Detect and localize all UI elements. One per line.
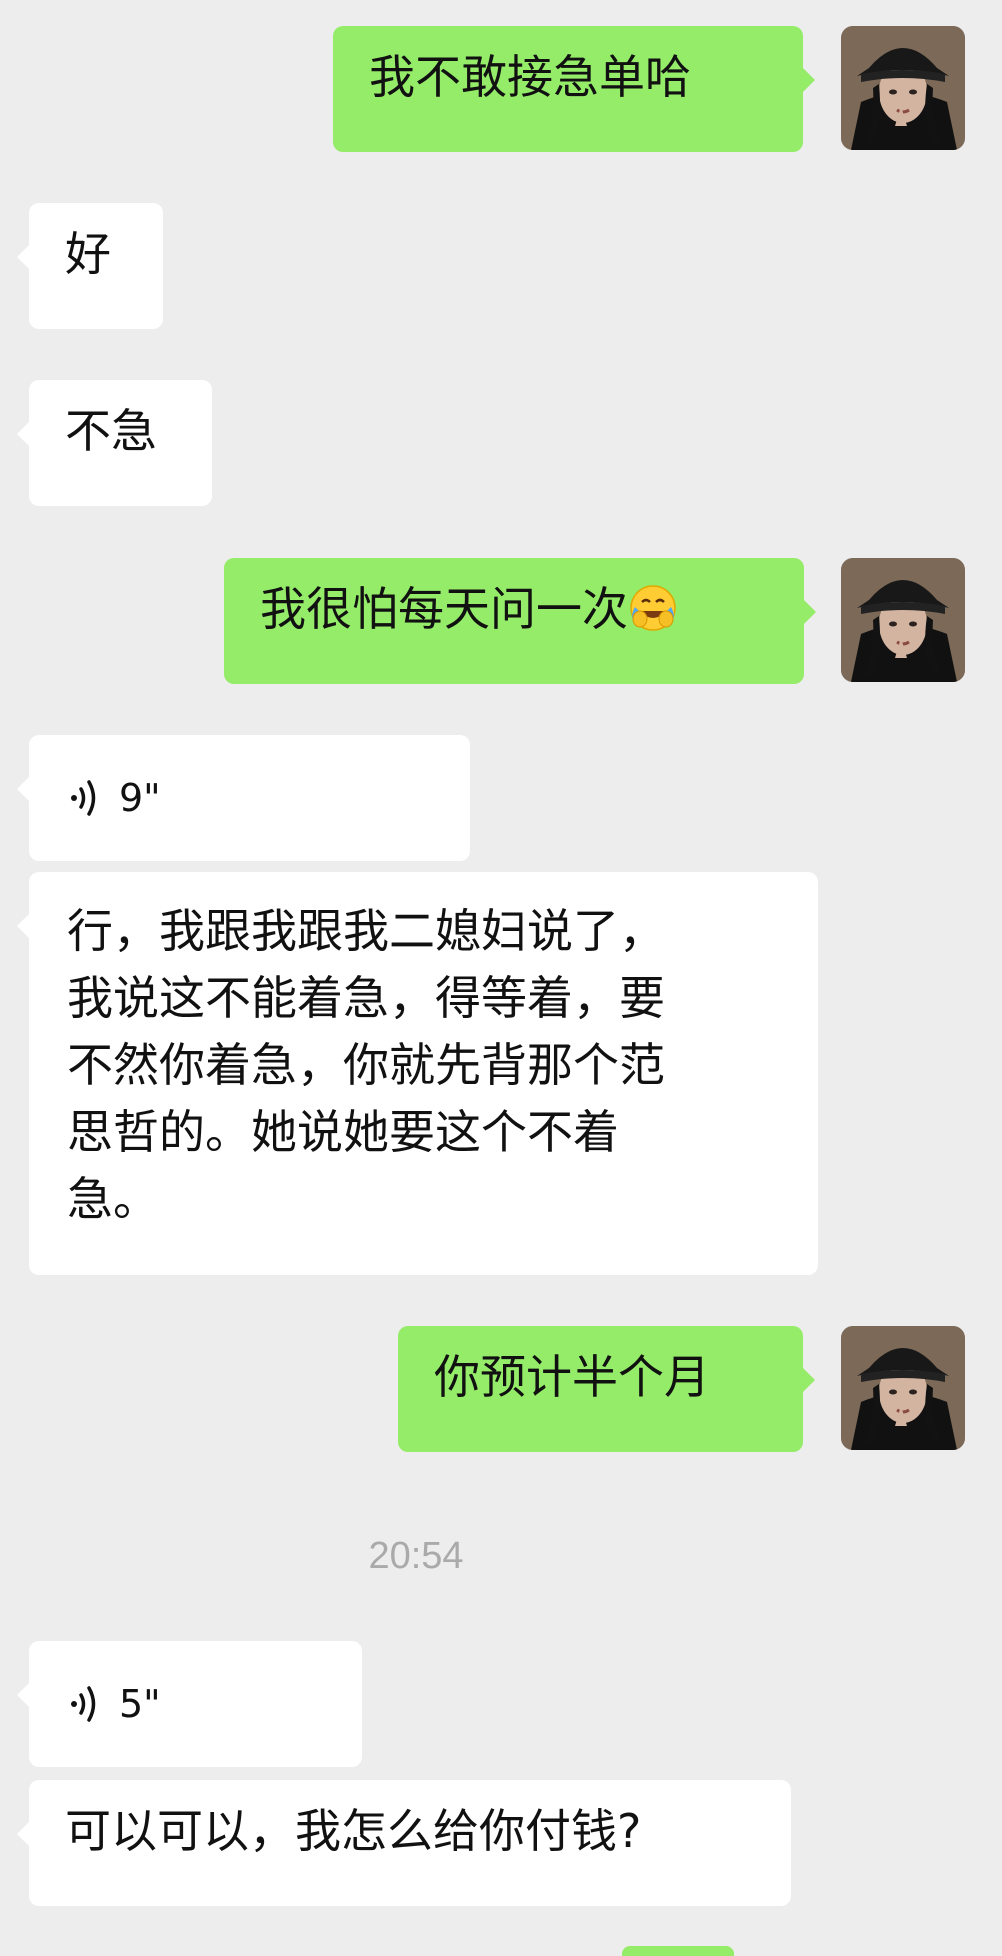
message-line: 思哲的。她说她要这个不着 xyxy=(67,1105,619,1159)
voice-duration: 5" xyxy=(119,1682,161,1726)
voice-wave-icon xyxy=(71,1686,96,1722)
message-text: 可以可以，我怎么给你付钱? xyxy=(65,1804,642,1858)
outgoing-message-bubble[interactable]: 你预计半个月 xyxy=(398,1326,815,1452)
message-text: 我很怕每天问一次 xyxy=(224,558,804,641)
message-line: 不然你着急，你就先背那个范 xyxy=(67,1038,665,1092)
outgoing-message-bubble[interactable]: 我不敢接急单哈 xyxy=(333,26,815,152)
user-avatar-image xyxy=(841,1326,965,1450)
message-text-content: 我很怕每天问一次 xyxy=(260,582,628,636)
message-text: 好 xyxy=(65,227,111,281)
avatar[interactable] xyxy=(841,26,965,150)
incoming-message-bubble[interactable]: 可以可以，我怎么给你付钱? xyxy=(17,1780,791,1906)
chat-history: 我不敢接急单哈 好 不急 我很怕每天问一次 9" 行，我跟我跟我二媳妇说了， 我… xyxy=(0,0,1002,1956)
voice-message-content: 9" xyxy=(29,735,470,861)
incoming-voice-message[interactable]: 5" xyxy=(17,1641,362,1767)
user-avatar-image xyxy=(841,26,965,150)
message-text: 行，我跟我跟我二媳妇说了， 我说这不能着急，得等着，要 不然你着急，你就先背那个… xyxy=(29,872,818,1233)
message-text: 你预计半个月 xyxy=(434,1350,710,1404)
partially-visible-outgoing-bubble xyxy=(622,1946,734,1956)
laughing-tears-emoji-icon xyxy=(628,583,678,633)
message-line: 急。 xyxy=(67,1172,159,1226)
incoming-voice-message[interactable]: 9" xyxy=(17,735,470,861)
incoming-message-bubble[interactable]: 行，我跟我跟我二媳妇说了， 我说这不能着急，得等着，要 不然你着急，你就先背那个… xyxy=(17,872,818,1275)
voice-duration: 9" xyxy=(119,776,161,820)
user-avatar-image xyxy=(841,558,965,682)
voice-wave-icon xyxy=(71,780,96,816)
incoming-message-bubble[interactable]: 不急 xyxy=(17,380,212,506)
avatar[interactable] xyxy=(841,1326,965,1450)
message-line: 我说这不能着急，得等着，要 xyxy=(67,971,665,1025)
message-text: 不急 xyxy=(65,404,157,458)
message-timestamp: 20:54 xyxy=(368,1535,464,1577)
incoming-message-bubble[interactable]: 好 xyxy=(17,203,163,329)
outgoing-message-bubble[interactable]: 我很怕每天问一次 xyxy=(224,558,816,684)
message-text: 我不敢接急单哈 xyxy=(369,50,691,104)
avatar[interactable] xyxy=(841,558,965,682)
voice-message-content: 5" xyxy=(29,1641,362,1767)
message-line: 行，我跟我跟我二媳妇说了， xyxy=(67,904,665,958)
